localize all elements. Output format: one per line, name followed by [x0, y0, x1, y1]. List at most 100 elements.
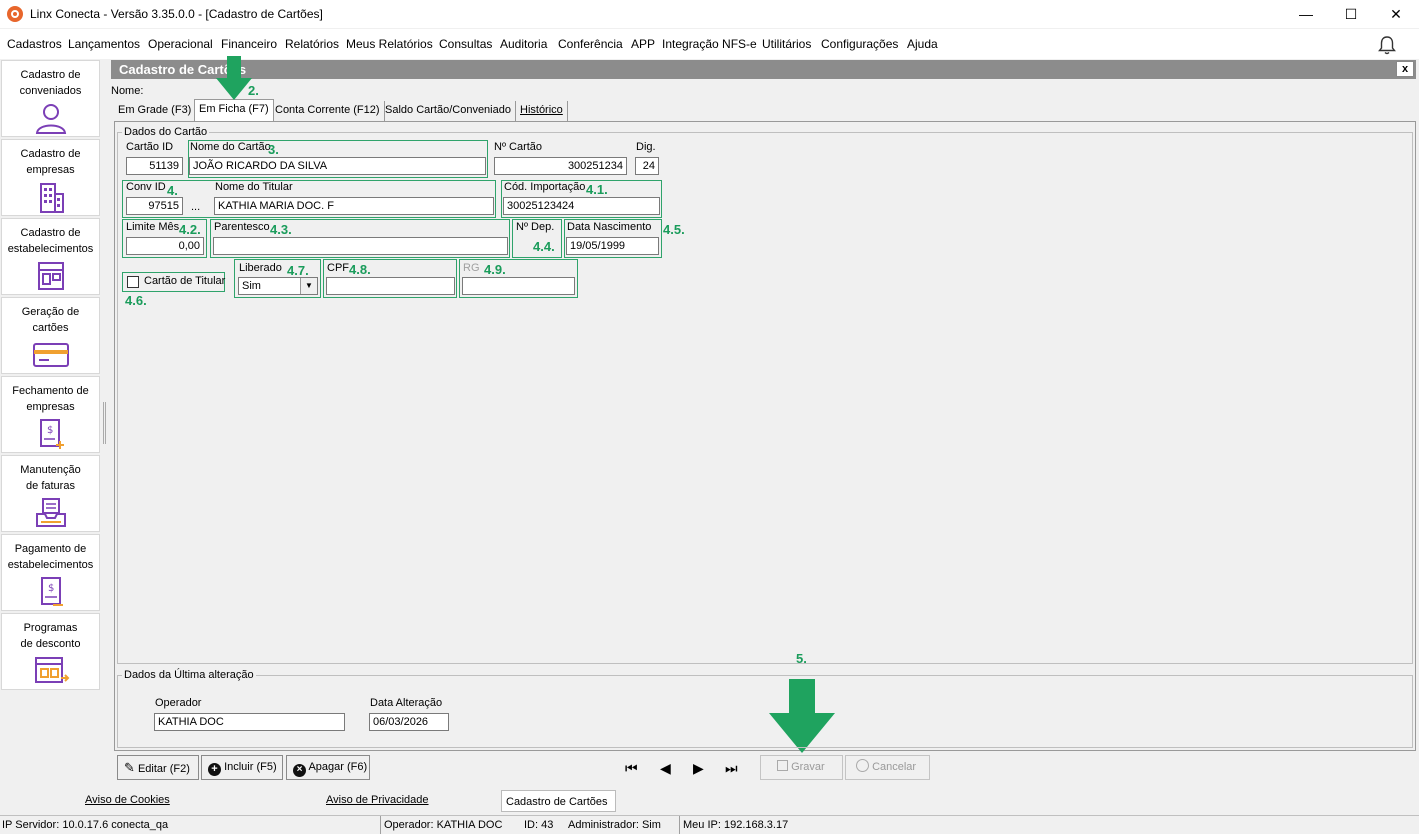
sidebar-item-conveniados[interactable]: Cadastro de conveniados: [1, 60, 100, 137]
status-id: ID: 43: [524, 819, 554, 831]
minimize-button[interactable]: —: [1283, 0, 1329, 28]
rg-field[interactable]: [462, 277, 575, 295]
notification-bell-icon[interactable]: [1376, 34, 1398, 56]
annotation-4-4: 4.4.: [533, 239, 555, 254]
tab-em-ficha[interactable]: Em Ficha (F7): [194, 99, 274, 122]
app-logo-icon: [7, 6, 23, 22]
gravar-button[interactable]: Gravar: [760, 755, 843, 780]
operador-field[interactable]: KATHIA DOC: [154, 713, 345, 731]
footer-links: Aviso de Cookies Aviso de Privacidade Ca…: [0, 789, 1419, 813]
discount-program-icon: [34, 657, 69, 683]
sidebar-item-label: Geração de: [21, 306, 80, 318]
window-title: Linx Conecta - Versão 3.35.0.0 - [Cadast…: [30, 7, 323, 21]
sidebar-item-fechamento-empresas[interactable]: Fechamento de empresas $: [1, 376, 100, 453]
sidebar-item-estabelecimentos[interactable]: Cadastro de estabelecimentos: [1, 218, 100, 295]
cookies-link[interactable]: Aviso de Cookies: [85, 794, 170, 806]
menu-auditoria[interactable]: Auditoria: [500, 37, 547, 51]
sidebar-item-label: Cadastro de: [20, 227, 81, 239]
form-close-button[interactable]: x: [1396, 61, 1414, 77]
nome-label: Nome:: [111, 85, 144, 97]
first-record-icon[interactable]: ⏮: [625, 760, 638, 777]
annotation-4-3: 4.3.: [270, 222, 292, 237]
chevron-down-icon[interactable]: ▼: [300, 278, 317, 294]
menu-cadastros[interactable]: Cadastros: [7, 37, 62, 51]
apagar-button[interactable]: × Apagar (F6): [286, 755, 370, 780]
sidebar-item-label: Manutenção: [20, 464, 81, 476]
sidebar-item-label: Fechamento de: [12, 385, 89, 397]
menu-operacional[interactable]: Operacional: [148, 37, 213, 51]
limite-mes-label: Limite Mês: [126, 221, 180, 233]
sidebar-item-pagamento-estabelecimentos[interactable]: Pagamento de estabelecimentos $: [1, 534, 100, 611]
dig-field[interactable]: 24: [635, 157, 659, 175]
n-cartao-field[interactable]: 300251234: [494, 157, 627, 175]
data-nascimento-field[interactable]: 19/05/1999: [566, 237, 659, 255]
tab-conta-corrente[interactable]: Conta Corrente (F12): [271, 101, 385, 121]
menu-lancamentos[interactable]: Lançamentos: [68, 37, 140, 51]
tab-em-grade[interactable]: Em Grade (F3): [114, 101, 197, 121]
sidebar-item-empresas[interactable]: Cadastro de empresas: [1, 139, 100, 216]
menu-configuracoes[interactable]: Configurações: [821, 37, 898, 51]
maximize-button[interactable]: ☐: [1328, 0, 1374, 28]
tab-historico[interactable]: Histórico: [516, 101, 568, 121]
last-record-icon[interactable]: ⏭: [725, 760, 738, 777]
card-icon: [32, 343, 69, 367]
cpf-label: CPF: [327, 262, 349, 274]
conv-id-field[interactable]: 97515: [126, 197, 183, 215]
data-alteracao-field[interactable]: 06/03/2026: [369, 713, 449, 731]
form-header: Cadastro de Cartões: [111, 60, 1416, 79]
menu-bar: Cadastros Lançamentos Operacional Financ…: [0, 29, 1419, 59]
sidebar-splitter[interactable]: [103, 402, 106, 444]
menu-consultas[interactable]: Consultas: [439, 37, 492, 51]
prev-record-icon[interactable]: ◀: [660, 760, 671, 777]
sidebar-item-geracao-cartoes[interactable]: Geração de cartões: [1, 297, 100, 374]
cartao-titular-checkbox[interactable]: [127, 276, 139, 288]
dados-cartao-title: Dados do Cartão: [122, 126, 210, 138]
cartao-id-field[interactable]: 51139: [126, 157, 183, 175]
cpf-field[interactable]: [326, 277, 455, 295]
svg-text:$: $: [47, 425, 53, 436]
nome-cartao-field[interactable]: JOÃO RICARDO DA SILVA: [189, 157, 486, 175]
editar-button[interactable]: ✎ Editar (F2): [117, 755, 199, 780]
data-nascimento-label: Data Nascimento: [567, 221, 652, 233]
plus-circle-icon: +: [208, 763, 221, 776]
store-icon: [37, 262, 64, 290]
annotation-4-8: 4.8.: [349, 262, 371, 277]
menu-meus-relatorios[interactable]: Meus Relatórios: [346, 37, 433, 51]
nome-cartao-label: Nome do Cartão: [190, 141, 271, 153]
sidebar-item-label: conveniados: [19, 85, 82, 97]
menu-ajuda[interactable]: Ajuda: [907, 37, 938, 51]
delete-circle-icon: ×: [293, 764, 306, 777]
sidebar-item-label: empresas: [26, 401, 75, 413]
tab-saldo-cartao[interactable]: Saldo Cartão/Conveniado: [381, 101, 516, 121]
cancelar-button[interactable]: Cancelar: [845, 755, 930, 780]
parentesco-field[interactable]: [213, 237, 508, 255]
nome-titular-field[interactable]: KATHIA MARIA DOC. F: [214, 197, 494, 215]
sidebar-item-programas-desconto[interactable]: Programas de desconto: [1, 613, 100, 690]
menu-financeiro[interactable]: Financeiro: [221, 37, 277, 51]
annotation-4-6: 4.6.: [125, 293, 147, 308]
save-disk-icon: [777, 760, 788, 771]
payment-doc-icon: $: [40, 577, 63, 606]
incluir-button[interactable]: + Incluir (F5): [201, 755, 283, 780]
sidebar-item-manutencao-faturas[interactable]: Manutenção de faturas: [1, 455, 100, 532]
conv-lookup-button[interactable]: ...: [191, 201, 200, 213]
sidebar-item-label: Cadastro de: [20, 69, 81, 81]
annotation-arrow-down-icon: [216, 56, 252, 100]
n-dep-label: Nº Dep.: [516, 221, 555, 233]
menu-relatorios[interactable]: Relatórios: [285, 37, 339, 51]
sidebar-item-label: Programas: [23, 622, 78, 634]
annotation-5: 5.: [796, 651, 807, 666]
next-record-icon[interactable]: ▶: [693, 760, 704, 777]
cod-importacao-field[interactable]: 30025123424: [503, 197, 660, 215]
sidebar-item-label: Cadastro de: [20, 148, 81, 160]
menu-conferencia[interactable]: Conferência: [558, 37, 623, 51]
close-window-button[interactable]: ✕: [1373, 0, 1419, 28]
open-window-tab[interactable]: Cadastro de Cartões: [501, 790, 616, 812]
limite-mes-field[interactable]: 0,00: [126, 237, 204, 255]
menu-integracao-nfse[interactable]: Integração NFS-e: [662, 37, 757, 51]
cancel-circle-icon: [856, 759, 869, 772]
menu-app[interactable]: APP: [631, 37, 655, 51]
sidebar: Cadastro de conveniados Cadastro de empr…: [0, 59, 101, 789]
menu-utilitarios[interactable]: Utilitários: [762, 37, 811, 51]
privacy-link[interactable]: Aviso de Privacidade: [326, 794, 429, 806]
